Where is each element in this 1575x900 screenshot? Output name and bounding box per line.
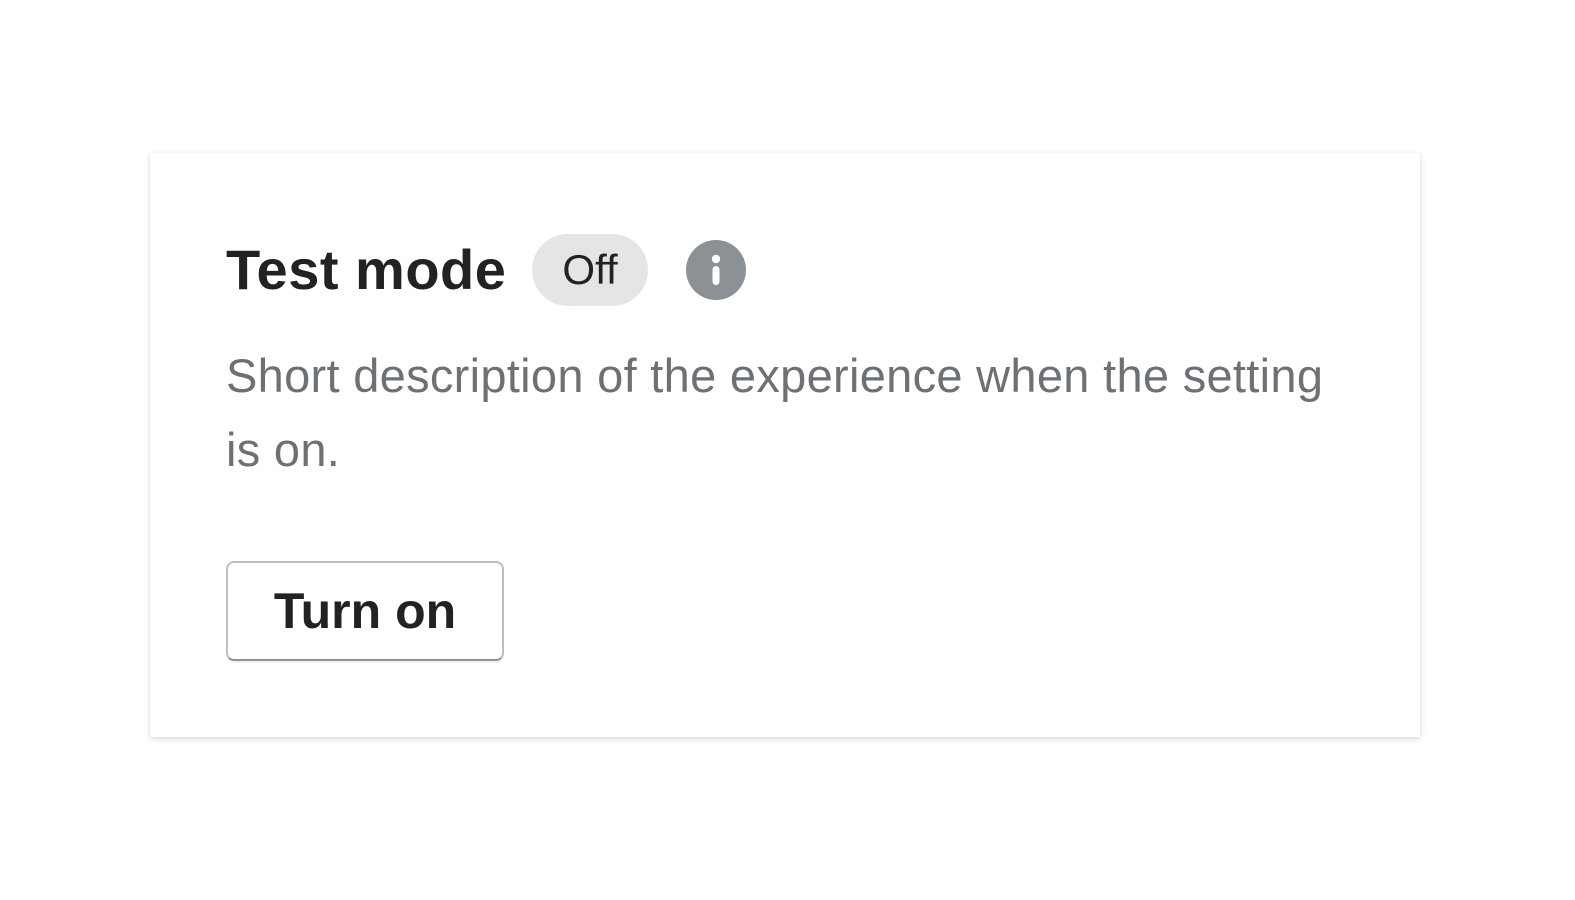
setting-header: Test mode Off [226, 233, 746, 307]
info-icon[interactable] [685, 240, 746, 300]
status-badge: Off [532, 234, 648, 306]
setting-description: Short description of the experience when… [226, 349, 1324, 476]
setting-title: Test mode [226, 238, 507, 301]
setting-card: Test mode Off Short description of the e… [150, 153, 1420, 737]
info-icon-glyph [711, 254, 720, 285]
turn-on-button[interactable]: Turn on [226, 561, 504, 661]
